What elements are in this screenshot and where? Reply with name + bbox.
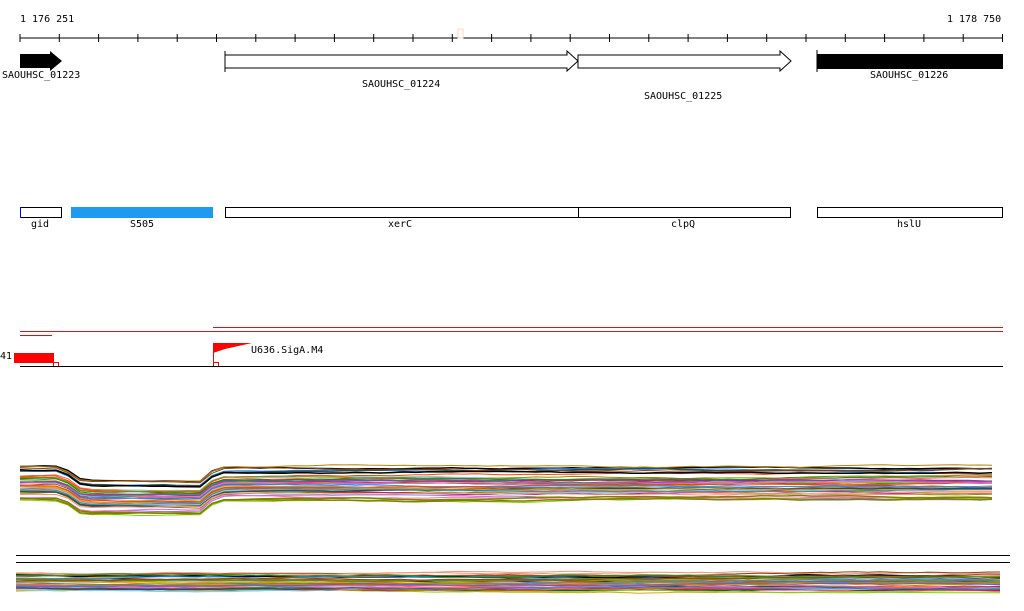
gene-label-SAOUHSC_01223: SAOUHSC_01223 — [2, 70, 81, 81]
gene-label-SAOUHSC_01225: SAOUHSC_01225 — [644, 91, 723, 102]
feature-xerC[interactable] — [225, 207, 579, 218]
feature-label-xerC: xerC — [388, 219, 413, 230]
promoter-left-label: 541 — [0, 351, 13, 362]
expression-track-1 — [19, 464, 993, 516]
expression-track-2 — [15, 570, 1001, 594]
feature-S505[interactable] — [71, 207, 213, 218]
gene-SAOUHSC_01225[interactable] — [577, 49, 792, 73]
gene-SAOUHSC_01224[interactable] — [224, 49, 579, 73]
gene-label-SAOUHSC_01224: SAOUHSC_01224 — [362, 79, 441, 90]
ruler[interactable] — [19, 34, 1003, 42]
feature-label-gid: gid — [31, 219, 50, 230]
feature-clpQ[interactable] — [578, 207, 791, 218]
promoter-site — [53, 362, 59, 367]
feature-label-hslU: hslU — [897, 219, 922, 230]
feature-hslU[interactable] — [817, 207, 1003, 218]
promoter-left[interactable] — [14, 353, 54, 363]
gene-SAOUHSC_01226[interactable] — [816, 50, 1003, 72]
feature-gid[interactable] — [20, 207, 62, 218]
promoter-right-label: U636.SigA.M4 — [251, 345, 324, 356]
promoter-site — [213, 362, 219, 367]
gene-SAOUHSC_01223[interactable] — [20, 51, 62, 71]
promoter-flag[interactable] — [213, 343, 252, 353]
feature-label-clpQ: clpQ — [671, 219, 696, 230]
position-marker — [457, 28, 464, 39]
gene-label-SAOUHSC_01226: SAOUHSC_01226 — [870, 70, 949, 81]
feature-label-S505: S505 — [130, 219, 155, 230]
genome-tracks — [14, 28, 1010, 594]
